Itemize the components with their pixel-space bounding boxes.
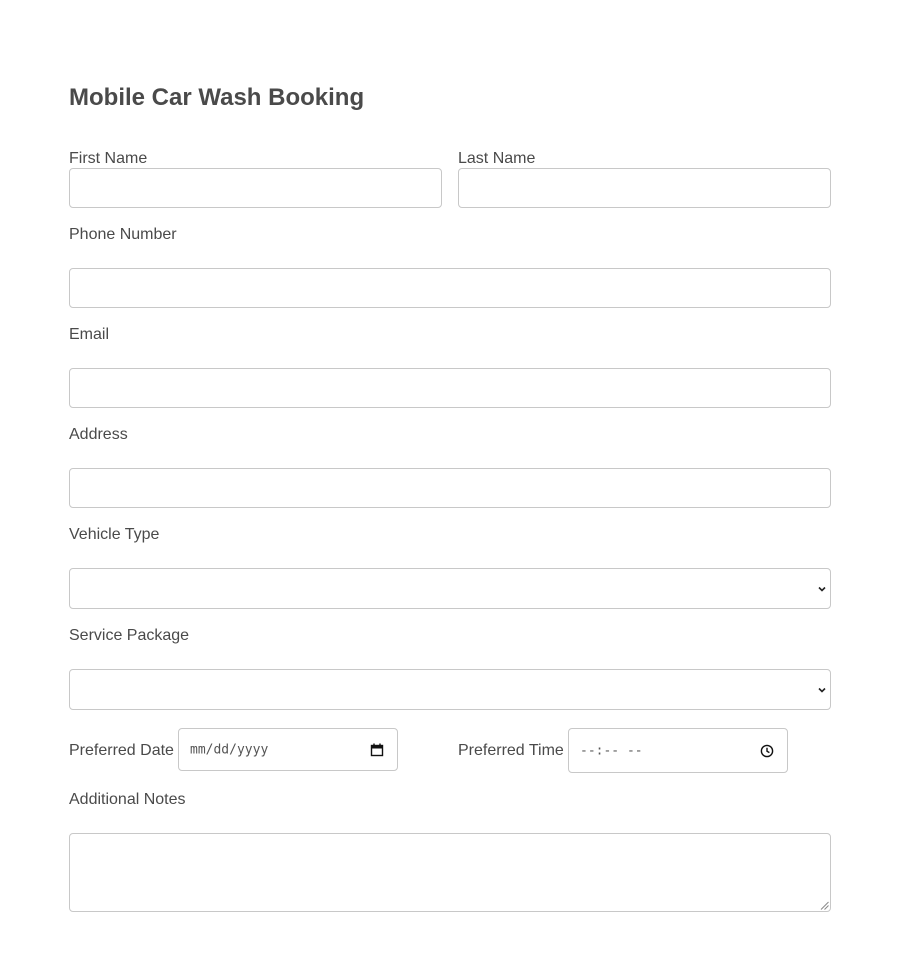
- vehicle-type-select[interactable]: [69, 568, 831, 609]
- preferred-time-input[interactable]: --:-- --: [568, 728, 788, 773]
- form-title: Mobile Car Wash Booking: [69, 84, 365, 111]
- chevron-down-icon: [818, 687, 826, 693]
- time-placeholder: --:-- --: [580, 743, 643, 758]
- service-package-label: Service Package: [69, 627, 190, 644]
- email-input[interactable]: [69, 368, 831, 408]
- additional-notes-label: Additional Notes: [69, 791, 186, 808]
- first-name-label: First Name: [69, 150, 148, 167]
- service-package-select[interactable]: [69, 669, 831, 710]
- clock-icon[interactable]: [760, 744, 774, 758]
- chevron-down-icon: [818, 586, 826, 592]
- first-name-input[interactable]: [69, 168, 442, 208]
- preferred-time-label: Preferred Time: [458, 742, 564, 759]
- phone-input[interactable]: [69, 268, 831, 308]
- preferred-date-input[interactable]: mm/dd/yyyy: [178, 728, 398, 771]
- calendar-icon[interactable]: [370, 743, 384, 757]
- additional-notes-textarea[interactable]: [69, 833, 831, 912]
- resize-grip-icon[interactable]: [820, 901, 829, 910]
- phone-label: Phone Number: [69, 226, 177, 243]
- address-label: Address: [69, 426, 128, 443]
- preferred-date-label: Preferred Date: [69, 742, 174, 759]
- last-name-input[interactable]: [458, 168, 831, 208]
- address-input[interactable]: [69, 468, 831, 508]
- email-label: Email: [69, 326, 110, 343]
- date-placeholder: mm/dd/yyyy: [190, 742, 269, 757]
- vehicle-type-label: Vehicle Type: [69, 526, 160, 543]
- last-name-label: Last Name: [458, 150, 536, 167]
